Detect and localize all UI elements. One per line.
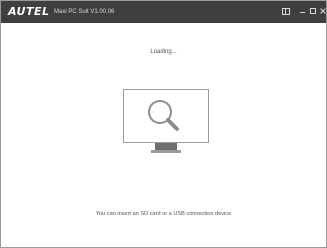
close-icon bbox=[320, 8, 326, 14]
search-icon bbox=[148, 100, 179, 131]
monitor-icon bbox=[123, 89, 209, 155]
minimize-icon bbox=[299, 12, 305, 13]
maximize-icon bbox=[310, 8, 316, 14]
settings-button[interactable] bbox=[280, 5, 292, 17]
window-title: Maxi PC Suit V1.00.06 bbox=[54, 9, 115, 15]
settings-icon bbox=[282, 8, 290, 15]
loading-status: Loading... bbox=[150, 49, 177, 55]
connection-hint: You can insert an SD card or a USB conne… bbox=[95, 211, 232, 217]
autel-logo: AUTEL bbox=[8, 5, 50, 18]
close-button[interactable] bbox=[317, 5, 327, 17]
title-bar[interactable]: AUTEL Maxi PC Suit V1.00.06 bbox=[1, 1, 326, 23]
monitor-base bbox=[151, 150, 181, 153]
monitor-screen bbox=[123, 89, 209, 143]
app-window: AUTEL Maxi PC Suit V1.00.06 Loading... Y… bbox=[0, 0, 327, 248]
